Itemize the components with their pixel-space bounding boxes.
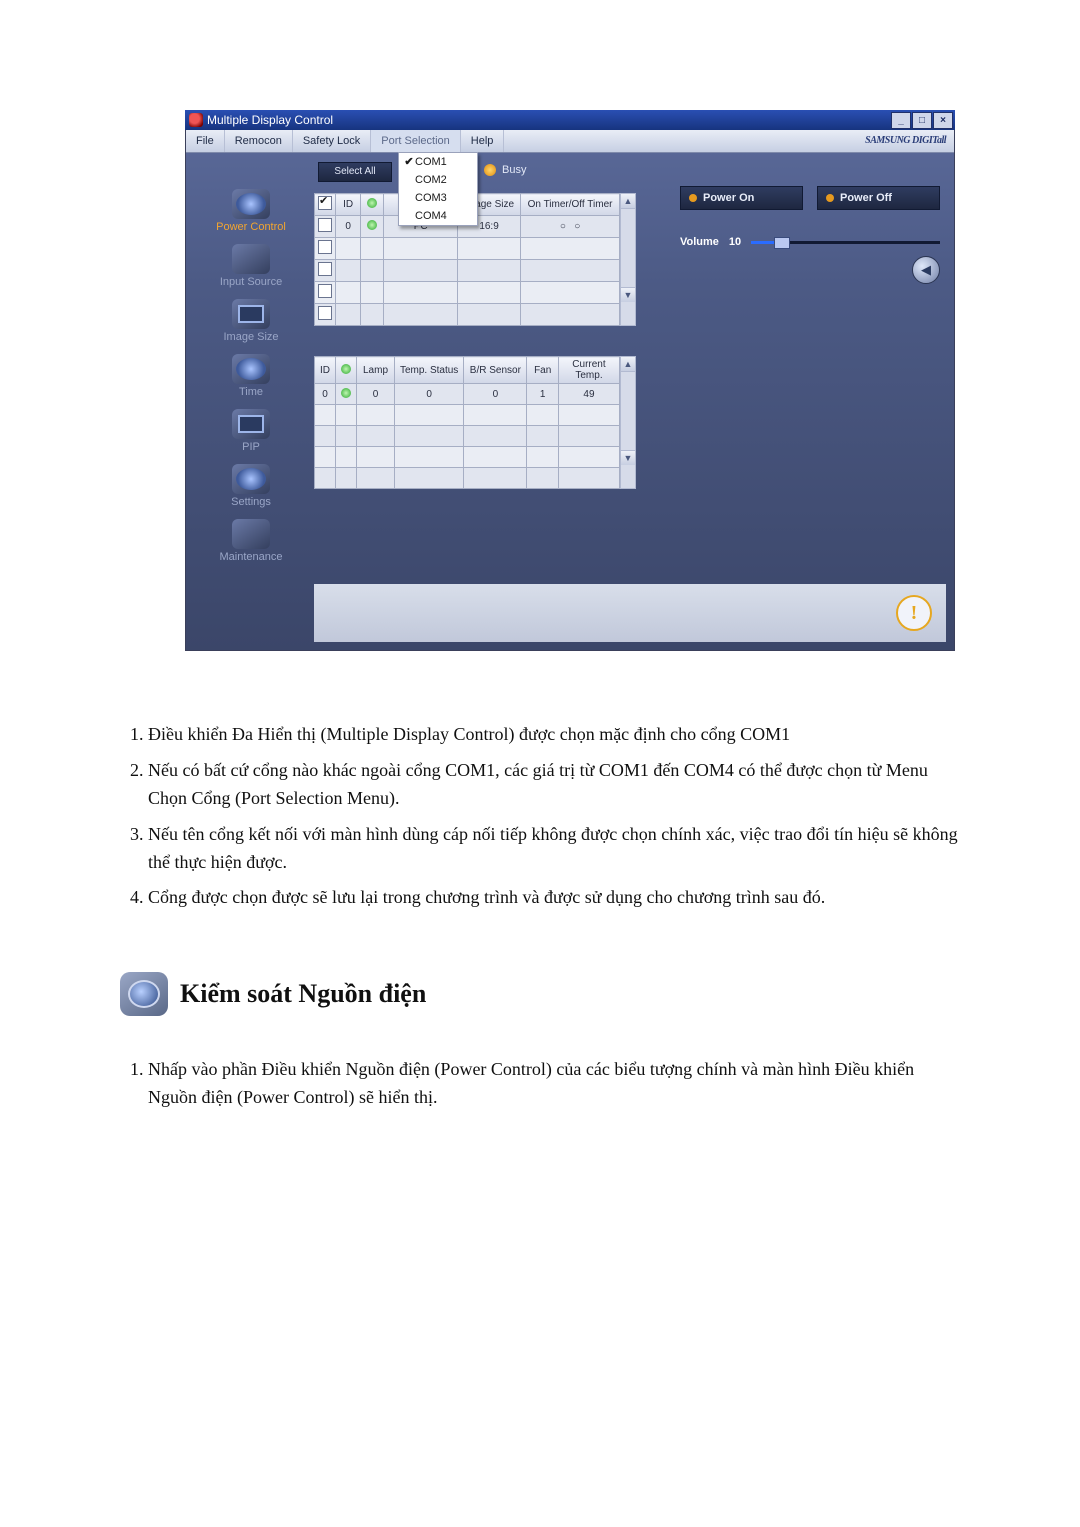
doc-item-4: Cổng được chọn được sẽ lưu lại trong chư…: [148, 884, 960, 912]
app-screenshot: Multiple Display Control _ □ × File Remo…: [185, 110, 955, 651]
sidebar-item-time[interactable]: Time: [192, 352, 310, 405]
power-icon: [232, 189, 270, 219]
section-title: Kiểm soát Nguồn điện: [180, 979, 426, 1009]
power-dot-icon: [826, 194, 834, 202]
row-checkbox[interactable]: [318, 218, 332, 232]
table-scrollbar[interactable]: ▲ ▼: [620, 356, 636, 489]
image-size-icon: [232, 299, 270, 329]
power-off-button[interactable]: Power Off: [817, 186, 940, 210]
busy-icon: [484, 164, 496, 176]
input-source-icon: [232, 244, 270, 274]
busy-indicator: Busy: [484, 164, 526, 176]
slider-knob-icon[interactable]: [774, 237, 790, 249]
volume-slider[interactable]: [751, 241, 940, 244]
menu-file[interactable]: File: [186, 130, 225, 152]
select-all-button[interactable]: Select All: [318, 162, 392, 182]
sidebar-item-maintenance[interactable]: Maintenance: [192, 517, 310, 570]
status-table: ID Lamp Temp. Status B/R Sensor Fan Curr…: [314, 356, 636, 489]
table-row[interactable]: [315, 238, 620, 260]
sidebar-item-image-size[interactable]: Image Size: [192, 297, 310, 350]
doc-item-3: Nếu tên cổng kết nối với màn hình dùng c…: [148, 821, 960, 877]
window-minimize-button[interactable]: _: [891, 112, 911, 129]
port-option-com3[interactable]: COM3: [399, 189, 477, 207]
port-option-com2[interactable]: COM2: [399, 171, 477, 189]
table-row[interactable]: [315, 260, 620, 282]
time-icon: [232, 354, 270, 384]
table-row[interactable]: [315, 468, 620, 489]
speaker-icon[interactable]: ◀: [912, 256, 940, 284]
status-led-icon: [341, 364, 351, 374]
volume-label: Volume: [680, 236, 719, 248]
window-titlebar: Multiple Display Control _ □ ×: [185, 110, 955, 130]
menu-remocon[interactable]: Remocon: [225, 130, 293, 152]
check-icon: ✔: [403, 153, 415, 171]
sidebar-item-input-source[interactable]: Input Source: [192, 242, 310, 295]
table-row[interactable]: [315, 304, 620, 326]
scroll-up-icon[interactable]: ▲: [621, 357, 635, 372]
scroll-down-icon[interactable]: ▼: [621, 287, 635, 302]
table-row[interactable]: 0 0 0 0 1 49: [315, 384, 620, 405]
sidebar-item-settings[interactable]: Settings: [192, 462, 310, 515]
maintenance-icon: [232, 519, 270, 549]
scroll-up-icon[interactable]: ▲: [621, 194, 635, 209]
sidebar-item-pip[interactable]: PIP: [192, 407, 310, 460]
window-title: Multiple Display Control: [207, 110, 333, 130]
doc-item-2: Nếu có bất cứ cổng nào khác ngoài cổng C…: [148, 757, 960, 813]
port-selection-dropdown: ✔ COM1 COM2 COM3 COM4: [398, 152, 478, 226]
document-body: Điều khiển Đa Hiển thị (Multiple Display…: [120, 721, 960, 1112]
table-scrollbar[interactable]: ▲ ▼: [620, 193, 636, 326]
table-row[interactable]: [315, 282, 620, 304]
row-status-led: [341, 388, 351, 398]
menu-port-selection[interactable]: Port Selection: [371, 130, 460, 152]
doc-sec-item-1: Nhấp vào phần Điều khiển Nguồn điện (Pow…: [148, 1056, 960, 1112]
power-section-icon: [120, 972, 168, 1016]
window-close-button[interactable]: ×: [933, 112, 953, 129]
menu-safety-lock[interactable]: Safety Lock: [293, 130, 371, 152]
power-on-button[interactable]: Power On: [680, 186, 803, 210]
power-volume-panel: Power On Power Off Volume 10: [680, 186, 940, 284]
table-row[interactable]: [315, 447, 620, 468]
warning-bar: !: [314, 584, 946, 642]
doc-item-1: Điều khiển Đa Hiển thị (Multiple Display…: [148, 721, 960, 749]
brand-logo: SAMSUNG DIGITall: [865, 130, 946, 152]
section-heading: Kiểm soát Nguồn điện: [120, 972, 960, 1016]
warning-icon: !: [896, 595, 932, 631]
menu-help[interactable]: Help: [461, 130, 505, 152]
port-option-com4[interactable]: COM4: [399, 207, 477, 225]
menubar: File Remocon Safety Lock Port Selection …: [186, 130, 954, 153]
table-row[interactable]: [315, 405, 620, 426]
window-maximize-button[interactable]: □: [912, 112, 932, 129]
scroll-down-icon[interactable]: ▼: [621, 450, 635, 465]
power-dot-icon: [689, 194, 697, 202]
header-checkbox[interactable]: [318, 196, 332, 210]
volume-value: 10: [729, 236, 741, 248]
port-option-com1[interactable]: ✔ COM1: [399, 153, 477, 171]
settings-icon: [232, 464, 270, 494]
row-status-led: [367, 220, 377, 230]
sidebar-item-power-control[interactable]: Power Control: [192, 187, 310, 240]
pip-icon: [232, 409, 270, 439]
table-row[interactable]: [315, 426, 620, 447]
status-led-icon: [367, 198, 377, 208]
sidebar: Power Control Input Source Image Size Ti…: [192, 157, 310, 570]
app-icon: [189, 113, 203, 127]
